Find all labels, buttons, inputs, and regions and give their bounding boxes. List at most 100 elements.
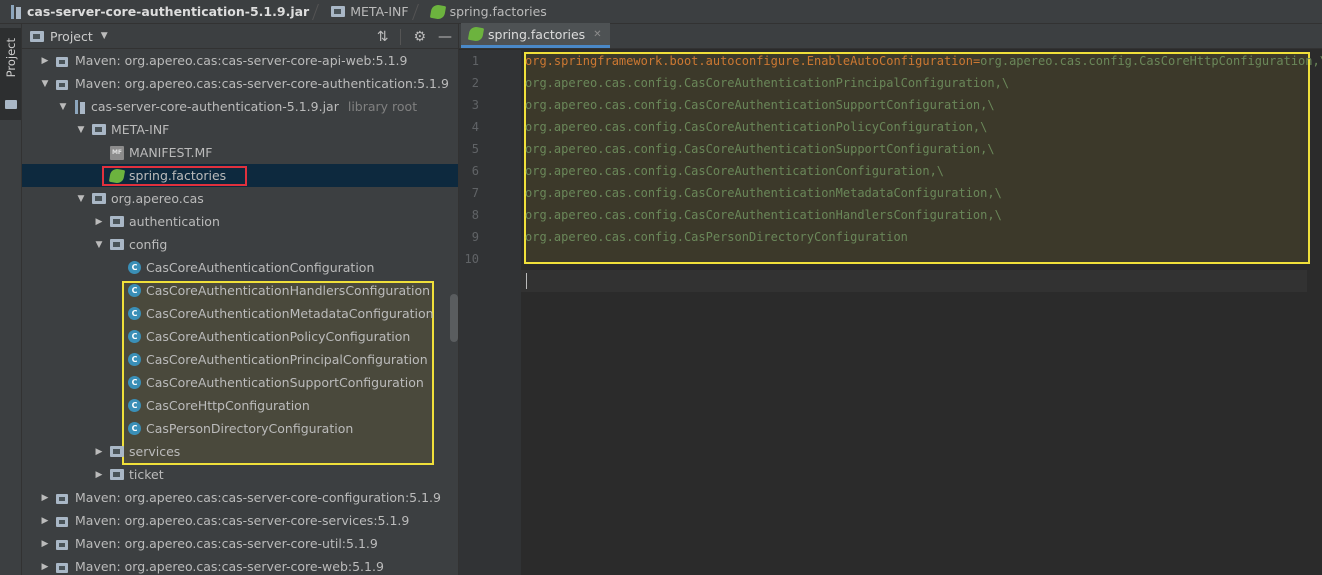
collapse-all-icon[interactable]: ⇅ xyxy=(377,29,389,45)
tree-row[interactable]: ▶ Maven: org.apereo.cas:cas-server-core-u… xyxy=(22,532,458,555)
tree-row[interactable]: ▼ cas-server-core-authentication-5.1.9.ja… xyxy=(22,95,458,118)
code-line: org.apereo.cas.config.CasCoreAuthenticat… xyxy=(525,72,1009,94)
folder-icon xyxy=(110,446,124,457)
expanded-arrow-icon[interactable]: ▼ xyxy=(76,194,86,204)
tree-row[interactable]: C CasCoreAuthenticationHandlersConfigurat… xyxy=(22,279,458,302)
property-value: org.apereo.cas.config.CasCoreAuthenticat… xyxy=(525,120,988,134)
property-value: org.apereo.cas.config.CasCoreAuthenticat… xyxy=(525,186,1002,200)
editor-tab-bar: spring.factories ✕ xyxy=(459,23,1322,49)
tree-row[interactable]: ▶ ticket xyxy=(22,463,458,486)
tool-window-strip: Project xyxy=(0,24,22,575)
current-line-highlight xyxy=(521,270,1307,292)
tree-item-label: config xyxy=(129,237,168,252)
code-line: org.apereo.cas.config.CasCoreAuthenticat… xyxy=(525,116,987,138)
tree-item-label: MANIFEST.MF xyxy=(129,145,213,160)
line-number: 1 xyxy=(471,54,479,68)
line-number: 4 xyxy=(471,120,479,134)
tree-row[interactable]: C CasPersonDirectoryConfiguration xyxy=(22,417,458,440)
folder-icon xyxy=(30,30,44,42)
hide-panel-icon[interactable]: — xyxy=(438,29,452,45)
tree-row[interactable]: C CasCoreAuthenticationMetadataConfigurat… xyxy=(22,302,458,325)
tree-row[interactable]: ▶ authentication xyxy=(22,210,458,233)
line-number: 10 xyxy=(464,252,479,266)
tree-row[interactable]: ▼ META-INF xyxy=(22,118,458,141)
breadcrumb-meta-inf[interactable]: META-INF xyxy=(331,4,409,19)
tree-item-label: Maven: org.apereo.cas:cas-server-core-we… xyxy=(75,559,384,574)
tree-row[interactable]: C CasCoreAuthenticationSupportConfigurati… xyxy=(22,371,458,394)
line-number: 6 xyxy=(471,164,479,178)
project-view-title[interactable]: Project xyxy=(50,29,93,44)
expanded-arrow-icon[interactable]: ▼ xyxy=(58,102,68,112)
collapsed-arrow-icon[interactable]: ▶ xyxy=(40,516,50,526)
config-class-icon: C xyxy=(128,261,141,274)
tree-row[interactable]: C CasCoreAuthenticationPolicyConfiguratio… xyxy=(22,325,458,348)
config-class-icon: C xyxy=(128,422,141,435)
maven-library-icon xyxy=(56,538,70,550)
project-tool-label: Project xyxy=(4,38,18,78)
property-value: org.apereo.cas.config.CasCoreAuthenticat… xyxy=(525,208,1002,222)
vertical-scrollbar[interactable] xyxy=(450,294,458,342)
breadcrumb-spring-factories[interactable]: spring.factories xyxy=(429,3,547,20)
config-class-icon: C xyxy=(128,353,141,366)
collapsed-arrow-icon[interactable]: ▶ xyxy=(94,470,104,480)
tree-row[interactable]: C CasCoreAuthenticationConfiguration xyxy=(22,256,458,279)
tree-item-label: CasCoreAuthenticationConfiguration xyxy=(146,260,375,275)
spring-leaf-icon xyxy=(429,3,446,20)
panel-toolbar: ⇅ ⚙ — xyxy=(377,24,452,49)
expanded-arrow-icon[interactable]: ▼ xyxy=(94,240,104,250)
tree-row[interactable]: ▼ Maven: org.apereo.cas:cas-server-core-a… xyxy=(22,72,458,95)
tree-row[interactable]: ▶ Maven: org.apereo.cas:cas-server-core-a… xyxy=(22,49,458,72)
tree-item-label: Maven: org.apereo.cas:cas-server-core-ut… xyxy=(75,536,378,551)
collapsed-arrow-icon[interactable]: ▶ xyxy=(94,447,104,457)
collapsed-arrow-icon[interactable]: ▶ xyxy=(94,217,104,227)
project-tool-window-button[interactable]: Project xyxy=(0,28,21,120)
tree-item-label: authentication xyxy=(129,214,220,229)
property-value: org.apereo.cas.config.CasCoreAuthenticat… xyxy=(525,76,1010,90)
code-line: org.apereo.cas.config.CasCoreAuthenticat… xyxy=(525,138,995,160)
tree-row[interactable]: ▶ Maven: org.apereo.cas:cas-server-core-s… xyxy=(22,509,458,532)
collapsed-arrow-icon[interactable]: ▶ xyxy=(40,56,50,66)
tree-item-label: CasCoreAuthenticationMetadataConfigurati… xyxy=(146,306,434,321)
chevron-down-icon[interactable]: ▼ xyxy=(101,31,108,41)
tree-item-label: Maven: org.apereo.cas:cas-server-core-au… xyxy=(75,76,449,91)
tree-row[interactable]: ▶ Maven: org.apereo.cas:cas-server-core-w… xyxy=(22,555,458,575)
property-key: org.springframework.boot.autoconfigure.E… xyxy=(525,54,973,68)
breadcrumb-separator xyxy=(315,0,325,24)
folder-icon xyxy=(5,100,17,109)
tree-item-label: services xyxy=(129,444,181,459)
line-number: 7 xyxy=(471,186,479,200)
config-class-icon: C xyxy=(128,399,141,412)
collapsed-arrow-icon[interactable]: ▶ xyxy=(40,562,50,572)
tree-row[interactable]: ▶ services xyxy=(22,440,458,463)
manifest-file-icon: MF xyxy=(110,145,124,160)
maven-library-icon xyxy=(56,515,70,527)
config-class-icon: C xyxy=(128,330,141,343)
tree-row[interactable]: ▼ config xyxy=(22,233,458,256)
line-number: 9 xyxy=(471,230,479,244)
line-number: 5 xyxy=(471,142,479,156)
tree-row[interactable]: MF MANIFEST.MF xyxy=(22,141,458,164)
collapsed-arrow-icon[interactable]: ▶ xyxy=(40,493,50,503)
code-line: org.apereo.cas.config.CasCoreAuthenticat… xyxy=(525,160,944,182)
collapsed-arrow-icon[interactable]: ▶ xyxy=(40,539,50,549)
code-line: org.apereo.cas.config.CasCoreAuthenticat… xyxy=(525,94,995,116)
tree-item-label: CasPersonDirectoryConfiguration xyxy=(146,421,354,436)
gear-icon[interactable]: ⚙ xyxy=(413,29,426,45)
expanded-arrow-icon[interactable]: ▼ xyxy=(76,125,86,135)
red-highlight-box xyxy=(102,166,247,186)
tree-row[interactable]: ▶ Maven: org.apereo.cas:cas-server-core-c… xyxy=(22,486,458,509)
breadcrumb-jar[interactable]: cas-server-core-authentication-5.1.9.jar xyxy=(10,4,309,19)
tree-row[interactable]: C CasCoreAuthenticationPrincipalConfigura… xyxy=(22,348,458,371)
library-root-hint: library root xyxy=(347,99,418,114)
tree-row[interactable]: ▼ org.apereo.cas xyxy=(22,187,458,210)
expanded-arrow-icon[interactable]: ▼ xyxy=(40,79,50,89)
tree-item-label: CasCoreAuthenticationPrincipalConfigurat… xyxy=(146,352,428,367)
tree-row[interactable]: C CasCoreHttpConfiguration xyxy=(22,394,458,417)
jar-icon xyxy=(74,99,86,114)
tab-spring-factories[interactable]: spring.factories ✕ xyxy=(461,23,610,48)
config-class-icon: C xyxy=(128,307,141,320)
close-icon[interactable]: ✕ xyxy=(593,29,601,40)
property-value: org.apereo.cas.config.CasCoreAuthenticat… xyxy=(525,164,945,178)
tree-item-label: cas-server-core-authentication-5.1.9.jar xyxy=(91,99,339,114)
folder-icon xyxy=(110,216,124,227)
